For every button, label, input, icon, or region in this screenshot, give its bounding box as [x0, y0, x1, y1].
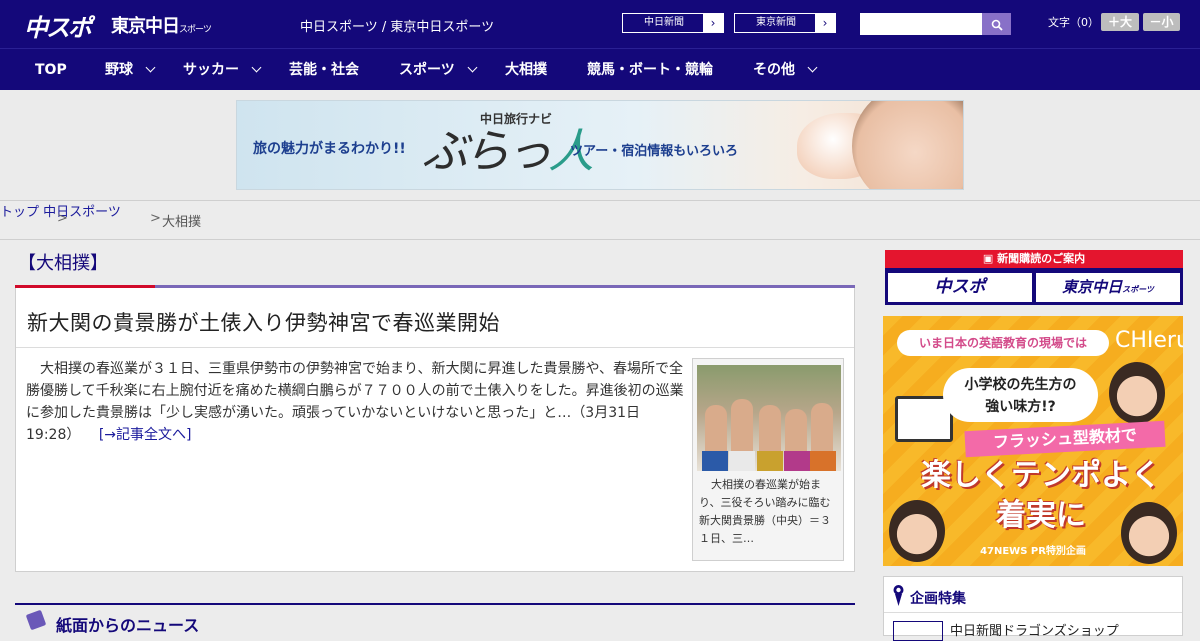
site-name: 中日スポーツ / 東京中日スポーツ	[300, 20, 495, 35]
nav-item-racing[interactable]: 競馬・ボート・競輪	[587, 49, 713, 91]
feature-title: 企画特集	[910, 591, 966, 607]
nav-item-label: 大相撲	[505, 62, 547, 78]
font-size-label: 文字（0）	[1048, 16, 1099, 29]
divider	[884, 612, 1182, 613]
section-title: 紙面からのニュース	[56, 616, 200, 635]
nav-item-top[interactable]: TOP	[35, 49, 67, 91]
ad-headline-line2: 着実に	[996, 498, 1086, 533]
nav-item-label: サッカー	[183, 62, 239, 78]
nav-item-sports[interactable]: スポーツ	[399, 49, 478, 91]
search-icon	[991, 19, 1003, 31]
tokyo-shimbun-label: 東京新聞	[756, 17, 796, 28]
article-top-line	[15, 285, 855, 288]
award-ribbon-icon	[893, 585, 904, 606]
chevron-right-icon: ›	[703, 14, 723, 32]
accent-line	[15, 285, 155, 288]
subscribe-chuspo-button[interactable]: 中スポ	[888, 273, 1032, 302]
chunichi-shimbun-link[interactable]: 中日新聞 ›	[622, 13, 724, 33]
category-title: 【大相撲】	[18, 253, 108, 274]
breadcrumb-chunichi-sports[interactable]: 中日スポーツ	[43, 205, 121, 220]
nav-item-label: スポーツ	[399, 62, 455, 78]
tokyo-shimbun-link[interactable]: 東京新聞 ›	[734, 13, 836, 33]
chevron-down-icon	[467, 62, 478, 73]
nav-item-soccer[interactable]: サッカー	[183, 49, 262, 91]
photo-caption: 大相撲の春巡業が始まり、三役そろい踏みに臨む新大関貴景勝（中央）＝３１日、三…	[699, 478, 831, 545]
breadcrumb-separator: >	[150, 211, 161, 226]
subscribe-tokyo-chunichi-button[interactable]: 東京中日スポーツ	[1036, 273, 1180, 302]
ad-top-pill: いま日本の英語教育の現場では	[897, 330, 1109, 356]
kesho-mawashi	[757, 451, 783, 471]
kesho-mawashi	[784, 451, 810, 471]
banner-right-text: ツアー・宿泊情報もいろいろ	[570, 144, 738, 159]
feature-thumbnail[interactable]	[893, 621, 943, 641]
breadcrumb-current: 大相撲	[162, 215, 202, 230]
nav-item-other[interactable]: その他	[753, 49, 818, 91]
chunichi-shimbun-label: 中日新聞	[644, 17, 684, 28]
kesho-mawashi	[810, 451, 836, 471]
main-nav: TOP 野球 サッカー 芸能・社会 スポーツ 大相撲 競馬・ボート・競輪 その他	[0, 48, 1200, 90]
banner-area: 旅の魅力がまるわかり!! ぶらっ人 中日旅行ナビ ツアー・宿泊情報もいろいろ	[0, 90, 1200, 201]
breadcrumb-top[interactable]: トップ	[0, 205, 39, 220]
nav-item-entertainment[interactable]: 芸能・社会	[289, 49, 359, 91]
kesho-mawashi	[702, 451, 728, 471]
top-bar: 中スポ 東京中日スポーツ 中日スポーツ / 東京中日スポーツ 中日新聞 › 東京…	[0, 0, 1200, 48]
subscribe-head-text: 新聞購読のご案内	[997, 252, 1086, 265]
article-body: 大相撲の春巡業が３１日、三重県伊勢市の伊勢神宮で始まり、新大関に昇進した貴景勝や…	[26, 358, 686, 446]
kesho-mawashi	[729, 451, 755, 471]
article-photo-box: 大相撲の春巡業が始まり、三役そろい踏みに臨む新大関貴景勝（中央）＝３１日、三…	[692, 358, 844, 561]
ad-bubble: 小学校の先生方の 強い味方!?	[943, 368, 1098, 422]
newspaper-icon	[25, 609, 47, 631]
subscribe-tokyo-chunichi-text: 東京中日	[1062, 278, 1123, 296]
nav-item-sumo[interactable]: 大相撲	[505, 49, 547, 91]
chevron-right-icon: ›	[815, 14, 835, 32]
ad-footer: 47NEWS PR特別企画	[980, 546, 1086, 557]
divider	[16, 347, 854, 348]
ad-bubble-line1: 小学校の先生方の	[964, 377, 1077, 393]
nav-item-label: 野球	[105, 62, 133, 78]
subscribe-tokyo-chunichi-suffix: スポーツ	[1122, 285, 1154, 294]
nav-item-label: 競馬・ボート・競輪	[587, 62, 713, 78]
tokyo-chunichi-logo-text: 東京中日	[111, 16, 180, 37]
breadcrumb-separator: >	[57, 211, 68, 226]
read-more-link[interactable]: [→記事全文へ]	[99, 427, 192, 443]
travel-navi-banner[interactable]: 旅の魅力がまるわかり!! ぶらっ人 中日旅行ナビ ツアー・宿泊情報もいろいろ	[236, 100, 964, 190]
child-photo	[1109, 362, 1165, 424]
font-smaller-button[interactable]: －小	[1143, 13, 1180, 31]
chevron-down-icon	[251, 62, 262, 73]
chieru-ad[interactable]: いま日本の英語教育の現場では CHIeru 小学校の先生方の 強い味方!? フラッ…	[883, 316, 1183, 566]
banner-brand-big-a: ぶらっ	[422, 124, 552, 178]
nav-item-label: その他	[753, 62, 795, 78]
chevron-down-icon	[807, 62, 818, 73]
tokyo-chunichi-logo-suffix: スポーツ	[179, 25, 212, 35]
chuspo-logo[interactable]: 中スポ	[24, 8, 92, 43]
subscribe-head: ▣ 新聞購読のご案内	[885, 250, 1183, 268]
font-bigger-button[interactable]: ＋大	[1101, 13, 1139, 31]
banner-left-text: 旅の魅力がまるわかり!!	[253, 141, 406, 157]
chevron-down-icon	[145, 62, 156, 73]
nav-item-label: 芸能・社会	[289, 62, 359, 78]
woman-photo	[852, 101, 963, 189]
sumo-photo[interactable]	[697, 365, 841, 471]
section-bar	[15, 603, 855, 605]
search-button[interactable]	[982, 13, 1011, 35]
banner-brand-small: 中日旅行ナビ	[480, 112, 553, 126]
nav-item-label: TOP	[35, 62, 67, 78]
breadcrumb: トップ > 中日スポーツ > 大相撲	[0, 201, 1200, 240]
search-input[interactable]	[860, 13, 984, 35]
ad-brand: CHIeru	[1115, 328, 1183, 353]
ad-headline-line1: 楽しくテンポよく	[921, 458, 1161, 493]
ad-bubble-line2: 強い味方!?	[985, 399, 1056, 415]
article-headline[interactable]: 新大関の貴景勝が土俵入り伊勢神宮で春巡業開始	[27, 307, 500, 337]
newspaper-icon: ▣	[982, 252, 998, 265]
tokyo-chunichi-logo[interactable]: 東京中日スポーツ	[111, 12, 212, 38]
nav-item-baseball[interactable]: 野球	[105, 49, 156, 91]
